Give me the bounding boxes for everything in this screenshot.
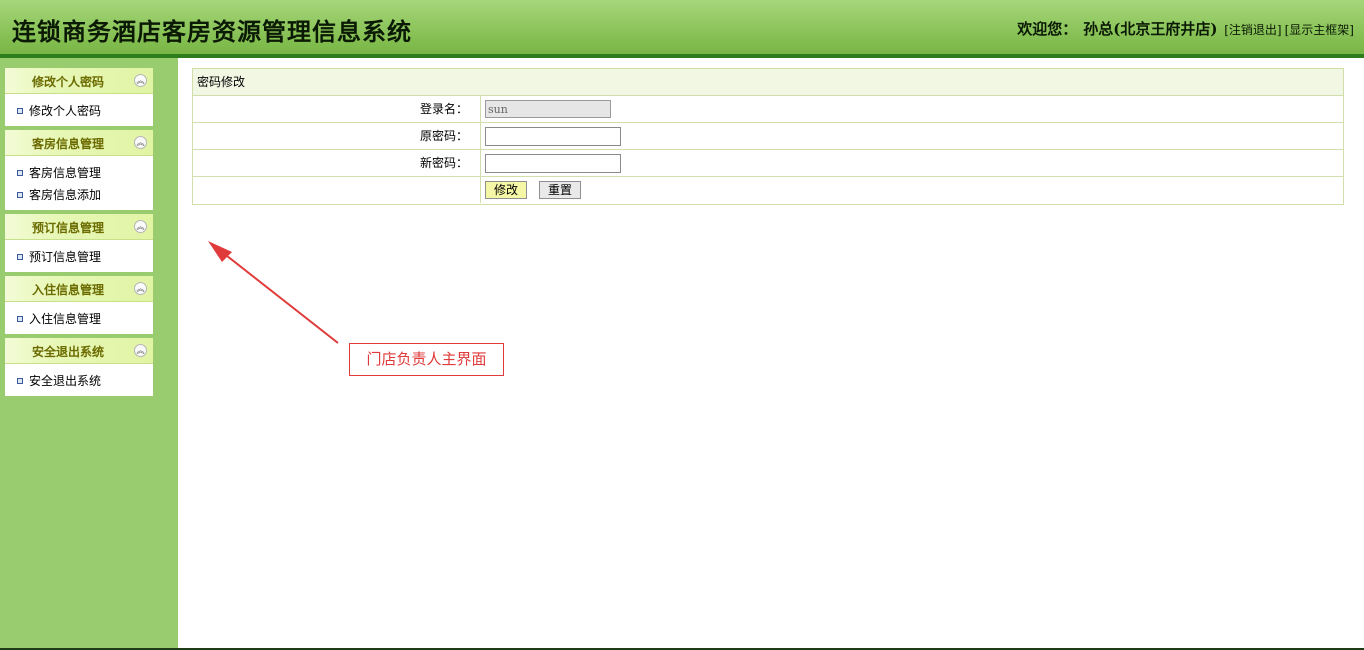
annotation-label: 门店负责人主界面 xyxy=(349,343,504,376)
annotation-arrow-icon xyxy=(208,241,339,344)
